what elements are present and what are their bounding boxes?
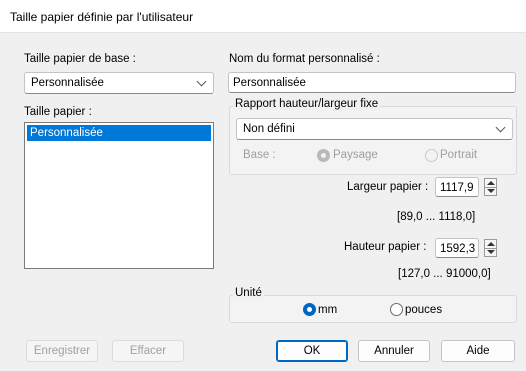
width-value: 1117,9: [440, 182, 474, 194]
spin-up-icon[interactable]: [487, 181, 495, 185]
landscape-radio[interactable]: [317, 149, 330, 162]
chevron-down-icon: [196, 76, 207, 87]
height-range: [127,0 ... 91000,0]: [398, 268, 491, 280]
landscape-label: Paysage: [333, 149, 378, 161]
base-size-label: Taille papier de base :: [24, 53, 136, 65]
paper-size-dialog: Taille papier définie par l'utilisateur …: [0, 0, 526, 371]
height-value: 1592,3: [440, 243, 476, 255]
custom-name-value: Personnalisée: [233, 77, 306, 89]
width-range: [89,0 ... 1118,0]: [397, 211, 476, 223]
unit-mm-radio[interactable]: [303, 303, 316, 316]
portrait-label: Portrait: [440, 149, 478, 161]
title-bar: Taille papier définie par l'utilisateur: [0, 0, 526, 33]
width-input[interactable]: 1117,9: [435, 177, 479, 197]
paper-size-list[interactable]: Personnalisée: [24, 122, 214, 269]
spin-up-icon[interactable]: [487, 242, 495, 246]
height-input[interactable]: 1592,3: [435, 238, 479, 258]
save-button[interactable]: Enregistrer: [26, 340, 98, 362]
spin-down-icon[interactable]: [487, 250, 495, 254]
help-button[interactable]: Aide: [441, 340, 515, 362]
cancel-button[interactable]: Annuler: [358, 340, 430, 362]
portrait-radio[interactable]: [425, 149, 438, 162]
window-title: Taille papier définie par l'utilisateur: [10, 10, 194, 24]
unit-group-title: Unité: [233, 287, 264, 299]
unit-group: [229, 295, 517, 323]
delete-button[interactable]: Effacer: [112, 340, 184, 362]
custom-name-label: Nom du format personnalisé :: [229, 53, 380, 65]
ratio-group-title: Rapport hauteur/largeur fixe: [233, 98, 381, 110]
paper-size-label: Taille papier :: [24, 106, 92, 118]
list-item[interactable]: Personnalisée: [27, 125, 211, 141]
height-spinner[interactable]: [484, 239, 497, 257]
unit-mm-label: mm: [318, 304, 338, 316]
base-size-value: Personnalisée: [31, 77, 104, 89]
ratio-group: [229, 106, 517, 175]
base-label: Base :: [243, 149, 276, 161]
height-label: Hauteur papier :: [344, 241, 427, 253]
ok-button[interactable]: OK: [276, 340, 348, 362]
custom-name-input[interactable]: Personnalisée: [228, 72, 516, 93]
ratio-value: Non défini: [243, 123, 295, 135]
unit-inch-radio[interactable]: [390, 303, 403, 316]
chevron-down-icon: [495, 122, 506, 133]
unit-inch-label: pouces: [405, 304, 443, 316]
base-size-select[interactable]: Personnalisée: [24, 72, 214, 94]
width-label: Largeur papier :: [347, 181, 429, 193]
spin-down-icon[interactable]: [487, 189, 495, 193]
width-spinner[interactable]: [484, 178, 497, 196]
ratio-select[interactable]: Non défini: [236, 118, 513, 140]
